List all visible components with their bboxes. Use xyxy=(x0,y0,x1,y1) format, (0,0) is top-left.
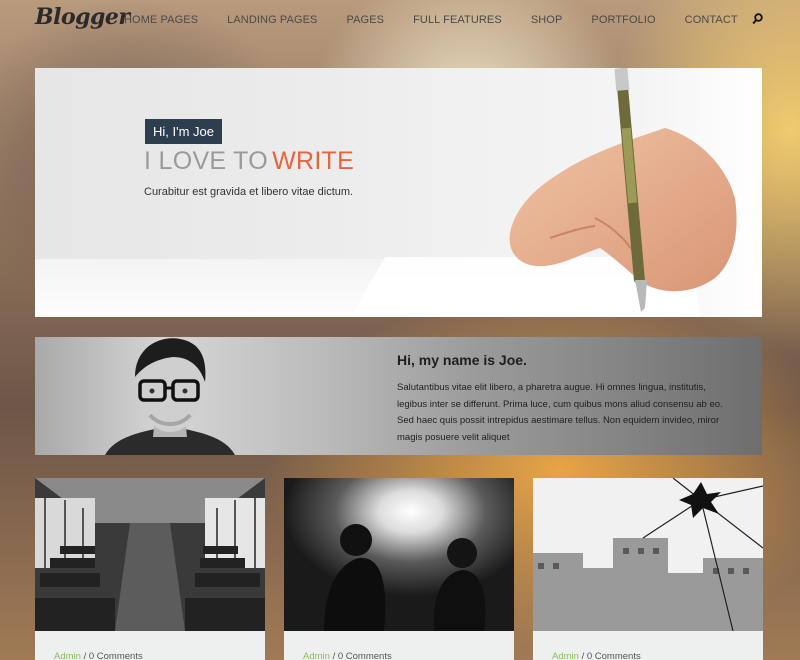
about-title: Hi, my name is Joe. xyxy=(397,352,527,368)
hand-with-pen-image xyxy=(509,68,762,317)
menu-item-home-pages[interactable]: HOME PAGES xyxy=(124,14,198,26)
about-text: Salutantibus vitae elit libero, a pharet… xyxy=(397,382,723,443)
post-card[interactable]: Admin / 0 Comments xyxy=(284,478,514,660)
menu-item-full-features[interactable]: FULL FEATURES xyxy=(413,14,502,26)
post-card[interactable]: Admin / 0 Comments xyxy=(35,478,265,660)
post-meta-separator: / xyxy=(80,651,89,660)
hero-badge: Hi, I'm Joe xyxy=(145,119,222,144)
post-comments-link[interactable]: 0 Comments xyxy=(338,651,392,660)
post-author-link[interactable]: Admin xyxy=(303,651,330,660)
post-image-train[interactable] xyxy=(35,478,265,631)
top-navigation: Blogger HOME PAGES LANDING PAGES PAGES F… xyxy=(0,0,800,40)
portrait-image xyxy=(105,338,235,455)
post-comments-link[interactable]: 0 Comments xyxy=(89,651,143,660)
hero-title-main: I LOVE TO xyxy=(144,147,269,175)
post-meta-separator: / xyxy=(578,651,587,660)
menu-item-pages[interactable]: PAGES xyxy=(347,14,385,26)
hero-banner: Hi, I'm Joe I LOVE TO WRITE Curabitur est… xyxy=(35,68,762,317)
menu-item-contact[interactable]: CONTACT xyxy=(685,14,738,26)
menu-item-portfolio[interactable]: PORTFOLIO xyxy=(591,14,655,26)
search-icon[interactable] xyxy=(752,13,763,25)
menu-item-landing-pages[interactable]: LANDING PAGES xyxy=(227,14,317,26)
post-card[interactable]: Admin / 0 Comments xyxy=(533,478,763,660)
hero-subtitle: Curabitur est gravida et libero vitae di… xyxy=(144,186,354,198)
site-logo[interactable]: Blogger xyxy=(35,4,130,30)
menu-item-shop[interactable]: SHOP xyxy=(531,14,563,26)
post-comments-link[interactable]: 0 Comments xyxy=(587,651,641,660)
about-section: Hi, my name is Joe. Salutantibus vitae e… xyxy=(35,337,762,455)
post-image-broken-glass[interactable] xyxy=(533,478,763,631)
hero-title: I LOVE TO WRITE xyxy=(144,147,354,176)
post-meta: Admin / 0 Comments xyxy=(303,651,392,660)
post-meta: Admin / 0 Comments xyxy=(552,651,641,660)
hero-title-accent: WRITE xyxy=(272,147,355,175)
post-image-smoke[interactable] xyxy=(284,478,514,631)
post-author-link[interactable]: Admin xyxy=(54,651,81,660)
post-author-link[interactable]: Admin xyxy=(552,651,579,660)
main-menu: HOME PAGES LANDING PAGES PAGES FULL FEAT… xyxy=(124,14,767,26)
post-meta: Admin / 0 Comments xyxy=(54,651,143,660)
post-meta-separator: / xyxy=(329,651,338,660)
